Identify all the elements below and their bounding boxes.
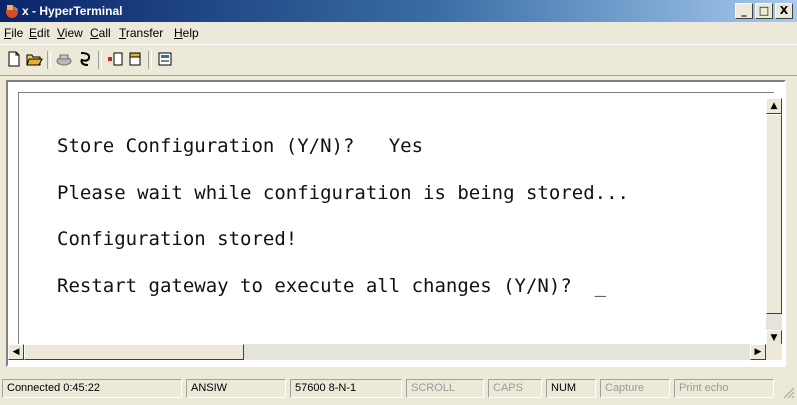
scrollbar-corner (766, 344, 782, 360)
status-num: NUM (546, 379, 596, 398)
toolbar-separator (47, 51, 51, 69)
menu-file[interactable]: File (4, 26, 23, 40)
scroll-left-icon[interactable]: ◀ (8, 344, 24, 360)
properties-icon[interactable] (156, 50, 174, 68)
title-bar[interactable]: x - HyperTerminal _ □ X (0, 0, 797, 22)
window-title: x - HyperTerminal (22, 4, 123, 18)
menu-transfer[interactable]: Transfer (119, 26, 163, 40)
menu-edit[interactable]: Edit (29, 26, 50, 40)
toolbar-separator (148, 51, 152, 69)
maximize-button[interactable]: □ (755, 3, 773, 19)
toolbar-separator (98, 51, 102, 69)
status-print-echo: Print echo (674, 379, 774, 398)
status-connected: Connected 0:45:22 (2, 379, 182, 398)
terminal-line: Store Configuration (Y/N)? Yes (57, 135, 424, 157)
scroll-up-icon[interactable]: ▲ (766, 98, 782, 114)
open-icon[interactable] (25, 50, 43, 68)
menu-view[interactable]: View (57, 26, 83, 40)
receive-icon[interactable] (126, 50, 144, 68)
hyperterminal-window: x - HyperTerminal _ □ X File Edit View C… (0, 0, 797, 405)
close-button[interactable]: X (775, 3, 793, 19)
status-port-settings: 57600 8-N-1 (290, 379, 402, 398)
menu-bar: File Edit View Call Transfer Help (0, 23, 797, 43)
terminal-panel: Store Configuration (Y/N)? Yes Please wa… (6, 80, 786, 367)
disconnect-icon[interactable] (76, 50, 94, 68)
terminal-line: Restart gateway to execute all changes (… (57, 275, 607, 297)
phone-icon[interactable] (55, 50, 73, 68)
toolbar (0, 44, 797, 76)
vertical-scroll-thumb[interactable] (766, 114, 782, 314)
menu-call[interactable]: Call (90, 26, 111, 40)
new-icon[interactable] (5, 50, 23, 68)
horizontal-scrollbar[interactable]: ◀ ▶ (8, 344, 766, 360)
status-caps: CAPS (488, 379, 542, 398)
resize-grip-icon[interactable] (781, 385, 795, 399)
horizontal-scroll-thumb[interactable] (24, 344, 244, 360)
status-capture: Capture (600, 379, 670, 398)
hyperterminal-app-icon (4, 3, 20, 19)
terminal-line: Configuration stored! (57, 228, 298, 250)
send-icon[interactable] (106, 50, 124, 68)
status-emulation: ANSIW (186, 379, 286, 398)
minimize-button[interactable]: _ (735, 3, 753, 19)
status-bar: Connected 0:45:22 ANSIW 57600 8-N-1 SCRO… (0, 376, 797, 402)
scroll-right-icon[interactable]: ▶ (750, 344, 766, 360)
terminal-line: Please wait while configuration is being… (57, 182, 629, 204)
status-scroll: SCROLL (406, 379, 484, 398)
vertical-scrollbar[interactable]: ▲ ▼ (766, 98, 782, 346)
terminal-screen[interactable]: Store Configuration (Y/N)? Yes Please wa… (18, 92, 774, 350)
menu-help[interactable]: Help (174, 26, 199, 40)
